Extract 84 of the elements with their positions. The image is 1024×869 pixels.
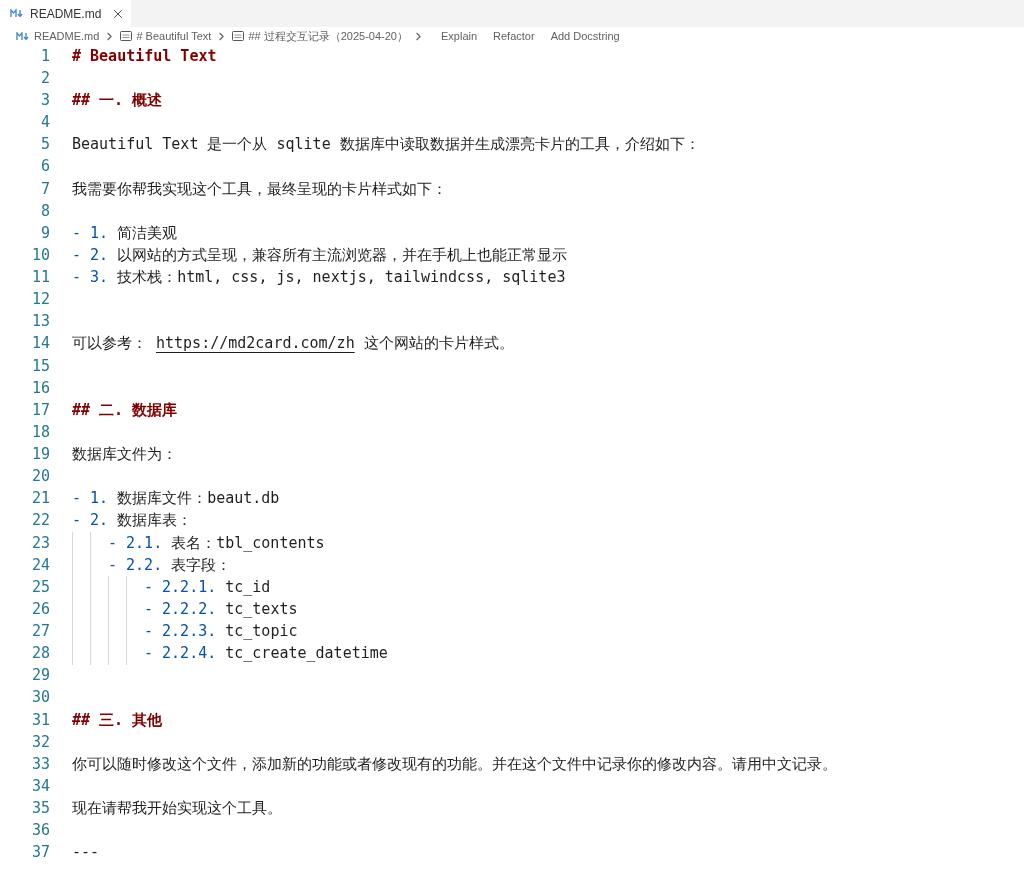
line-number: 17 <box>30 399 50 421</box>
heading-text: ## 一. 概述 <box>72 90 163 112</box>
code-text: tc_topic <box>225 621 298 643</box>
code-text: 这个网站的卡片样式。 <box>363 333 514 355</box>
line-number: 37 <box>30 842 50 864</box>
line-number: 5 <box>39 134 50 156</box>
code-text: 简洁美观 <box>117 222 178 244</box>
line-number: 16 <box>30 377 50 399</box>
breadcrumb-item[interactable]: README.md <box>34 27 100 45</box>
code-text: 表名：tbl_contents <box>171 532 325 554</box>
editor-tab[interactable]: README.md <box>0 0 132 27</box>
code-text: 数据库表： <box>117 510 193 532</box>
line-number: 22 <box>30 510 50 532</box>
list-marker: - 3. <box>72 267 109 289</box>
line-number: 28 <box>30 643 50 665</box>
line-number: 35 <box>30 798 50 820</box>
line-number: 30 <box>30 687 50 709</box>
list-marker: - 2.2.4. <box>144 643 217 665</box>
list-marker: - 1. <box>72 222 109 244</box>
line-number: 8 <box>39 200 50 222</box>
line-number: 29 <box>30 665 50 687</box>
breadcrumb-item[interactable]: # Beautiful Text <box>136 27 212 45</box>
breadcrumb-item[interactable]: ## 过程交互记录（2025-04-20） <box>248 27 408 45</box>
line-number: 4 <box>39 112 50 134</box>
line-number: 12 <box>30 289 50 311</box>
line-number: 33 <box>30 753 50 775</box>
heading-text: ## 二. 数据库 <box>72 399 178 421</box>
line-number: 36 <box>30 820 50 842</box>
line-number: 3 <box>39 90 50 112</box>
line-number: 23 <box>30 532 50 554</box>
heading-text: # Beautiful Text <box>72 45 217 67</box>
code-text: 表字段： <box>171 554 232 576</box>
code-text: 你可以随时修改这个文件，添加新的功能或者修改现有的功能。并在这个文件中记录你的修改内容。请用中文记录。 <box>72 753 837 775</box>
line-number: 6 <box>39 156 50 178</box>
list-marker: - 2.2.2. <box>144 598 217 620</box>
line-number: 9 <box>39 222 50 244</box>
line-number: 20 <box>30 466 50 488</box>
code-text: Beautiful Text 是一个从 sqlite 数据库中读取数据并生成漂亮卡片的工具，介绍如下： <box>72 134 700 156</box>
list-marker: - 2.1. <box>108 532 163 554</box>
code-text: tc_create_datetime <box>225 643 388 665</box>
markdown-icon <box>16 31 30 41</box>
code-text: 我需要你帮我实现这个工具，最终呈现的卡片样式如下： <box>72 178 447 200</box>
code-action-link[interactable]: Explain <box>441 27 478 45</box>
line-number: 32 <box>30 731 50 753</box>
code-text: 以网站的方式呈现，兼容所有主流浏览器，并在手机上也能正常显示 <box>117 244 568 266</box>
markdown-icon <box>10 9 24 18</box>
line-number: 25 <box>30 576 50 598</box>
line-number: 7 <box>39 178 50 200</box>
tab-label: README.md <box>30 5 102 23</box>
line-number: 34 <box>30 775 50 797</box>
line-number: 18 <box>30 421 50 443</box>
line-number: 14 <box>30 333 50 355</box>
line-number: 24 <box>30 554 50 576</box>
symbol-icon <box>232 31 245 41</box>
code-action-link[interactable]: Add Docstring <box>550 27 620 45</box>
code-text: tc_texts <box>225 598 298 620</box>
symbol-icon <box>120 31 133 41</box>
code-text: 技术栈：html, css, js, nextjs, tailwindcss, sqlite3 <box>117 267 566 289</box>
code-text: 现在请帮我开始实现这个工具。 <box>72 798 282 820</box>
line-number: 2 <box>39 67 50 89</box>
line-number: 21 <box>30 488 50 510</box>
code-text: 可以参考： <box>72 333 147 355</box>
line-number: 26 <box>30 598 50 620</box>
line-number: 11 <box>30 267 50 289</box>
line-number: 10 <box>30 244 50 266</box>
list-marker: - 2.2.1. <box>144 576 217 598</box>
line-number: 15 <box>30 355 50 377</box>
list-marker: - 2. <box>72 510 109 532</box>
line-number: 13 <box>30 311 50 333</box>
line-number: 1 <box>39 45 50 67</box>
link[interactable]: https://md2card.com/zh <box>156 332 355 355</box>
line-number: 27 <box>30 621 50 643</box>
list-marker: - 1. <box>72 488 109 510</box>
list-marker: - 2. <box>72 244 109 266</box>
heading-text: ## 三. 其他 <box>72 709 163 731</box>
list-marker: - 2.2. <box>108 554 163 576</box>
code-text: --- <box>72 842 100 864</box>
code-text: tc_id <box>225 576 271 598</box>
code-action-link[interactable]: Refactor <box>493 27 535 45</box>
code-text: 数据库文件：beaut.db <box>117 488 280 510</box>
code-text: 数据库文件为： <box>72 444 177 466</box>
list-marker: - 2.2.3. <box>144 621 217 643</box>
line-number: 31 <box>30 709 50 731</box>
line-number: 19 <box>30 444 50 466</box>
